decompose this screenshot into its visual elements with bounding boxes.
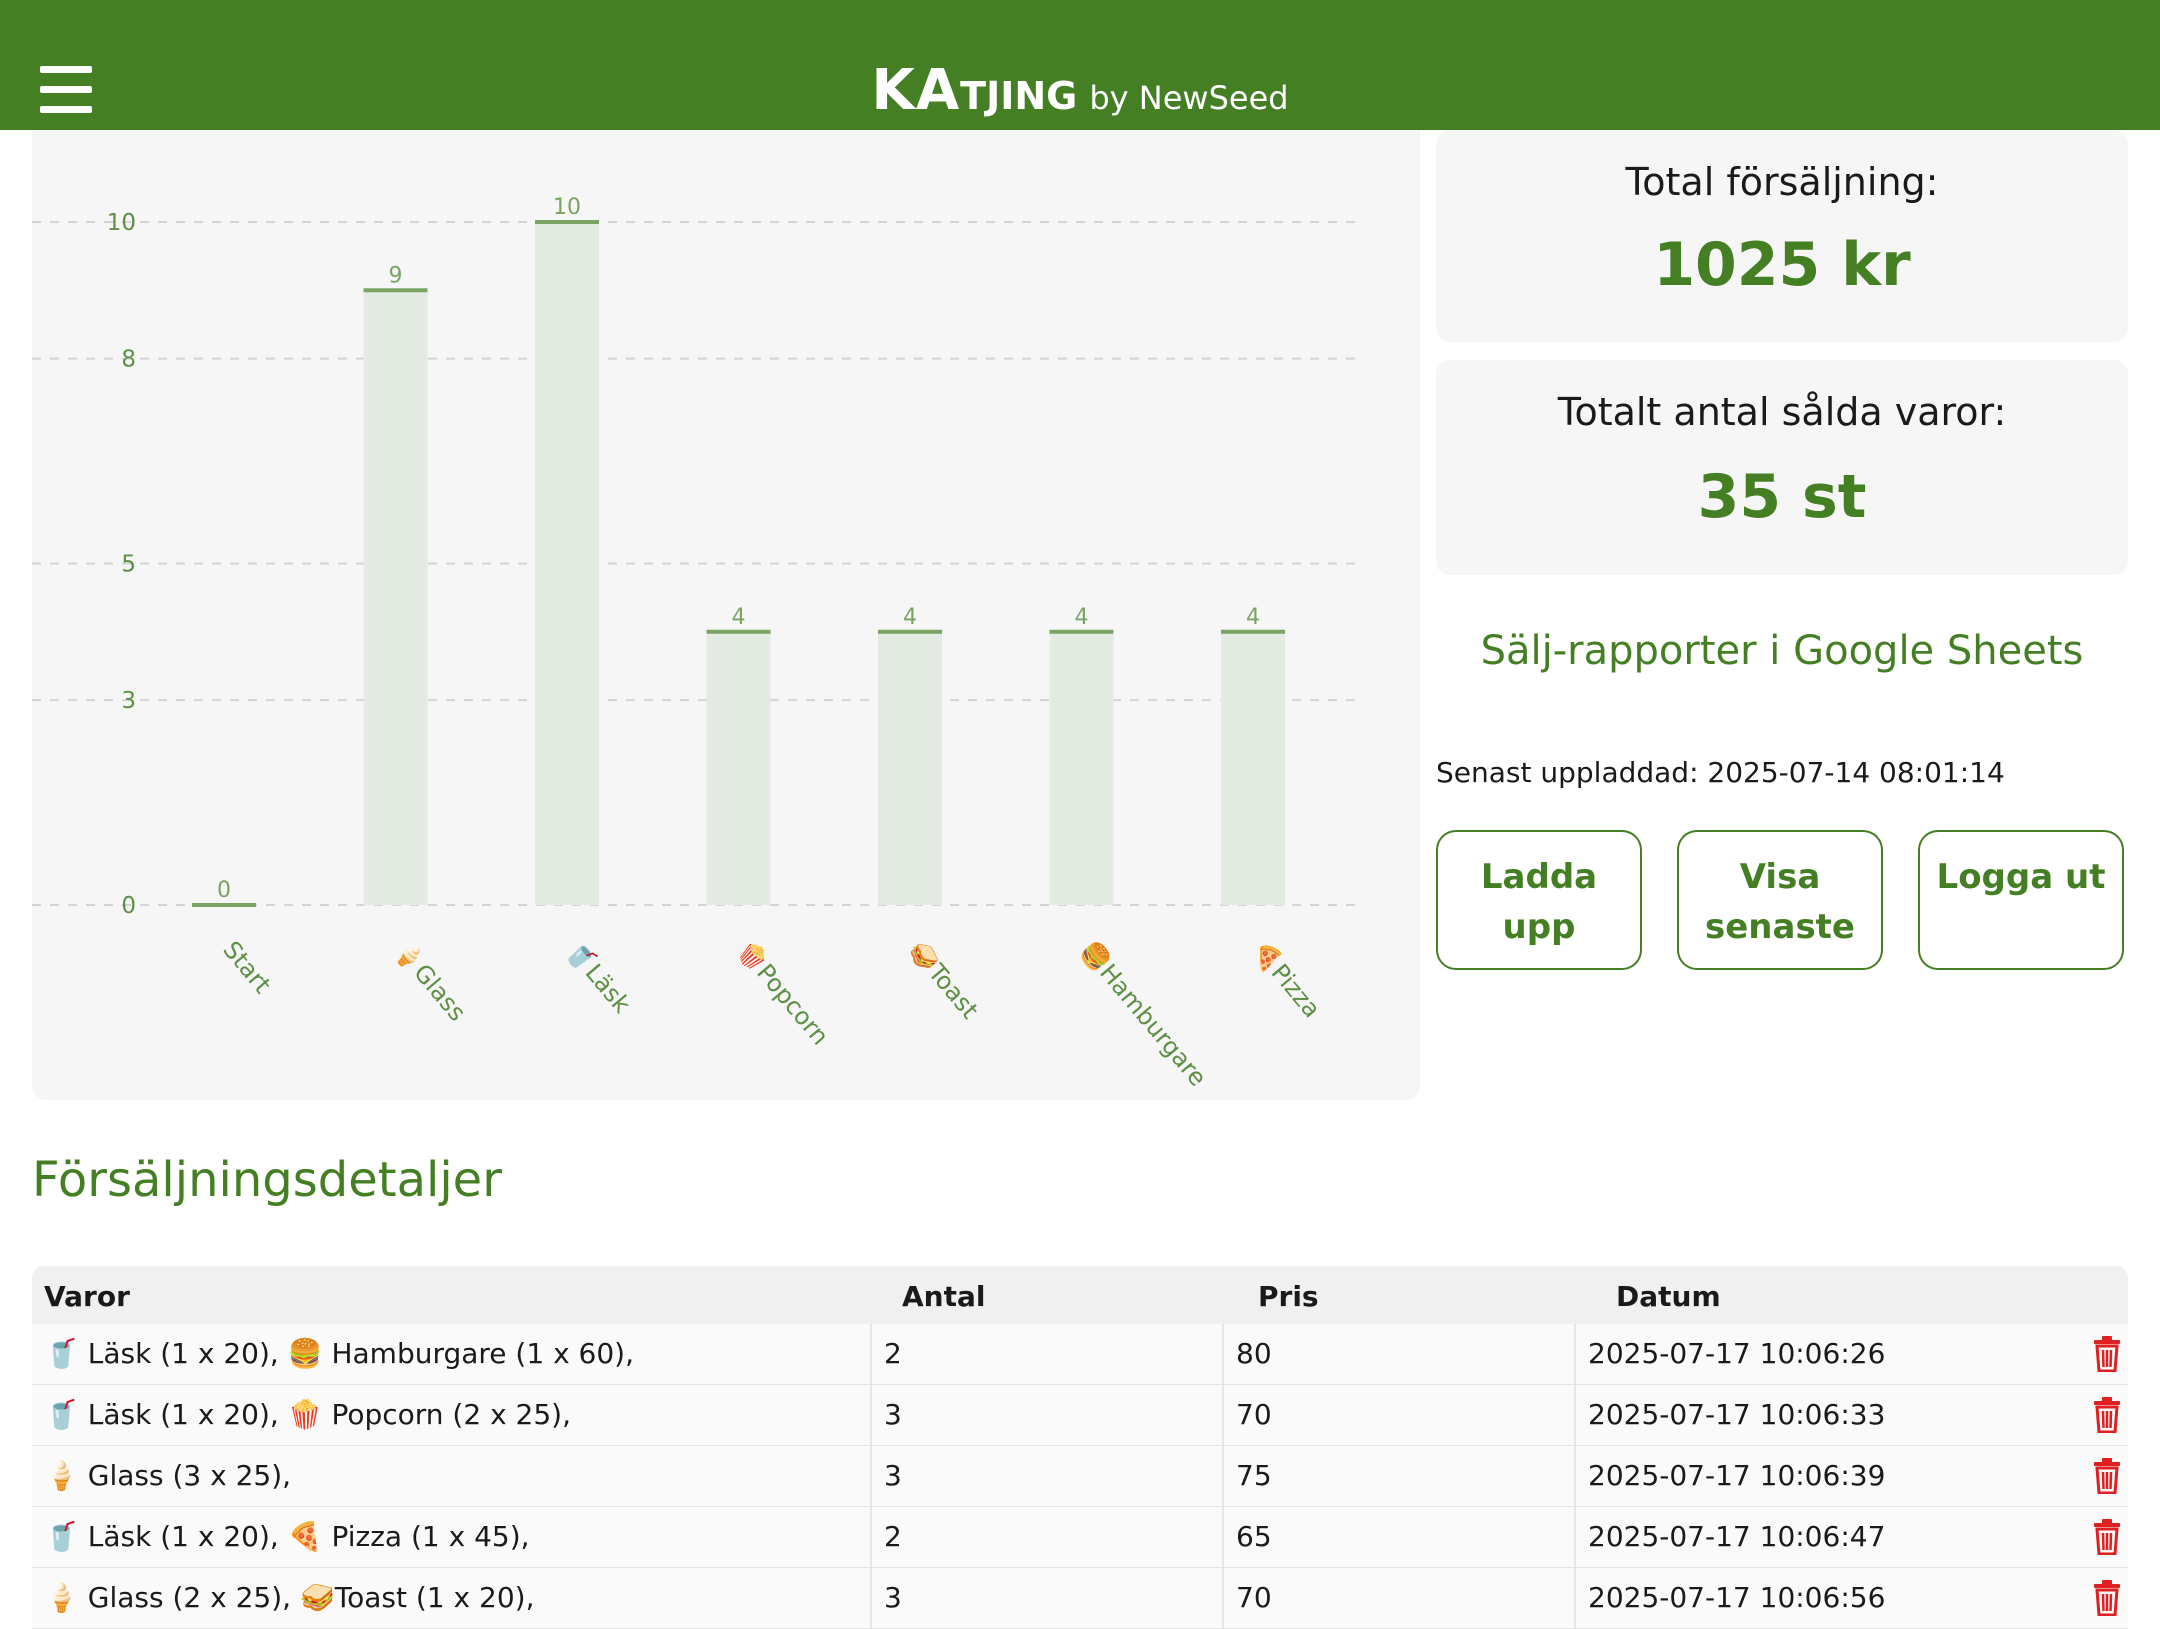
column-divider bbox=[1574, 1324, 1576, 1384]
row-qty: 2 bbox=[884, 1337, 902, 1370]
column-divider bbox=[1574, 1507, 1576, 1567]
total-items-label: Totalt antal sålda varor: bbox=[1557, 390, 2007, 434]
table-row: 🥤 Läsk (1 x 20), 🍿 Popcorn (2 x 25), 3 70 2… bbox=[32, 1385, 2128, 1446]
table-row: 🥤 Läsk (1 x 20), 🍕 Pizza (1 x 45), 2 65 202… bbox=[32, 1507, 2128, 1568]
column-divider bbox=[870, 1446, 872, 1506]
x-category-label: 🍿Popcorn bbox=[732, 936, 834, 1050]
row-date: 2025-07-17 10:06:39 bbox=[1588, 1459, 1886, 1492]
col-header-date: Datum bbox=[1616, 1280, 1721, 1313]
column-divider bbox=[1222, 1446, 1224, 1506]
bar-value-label: 0 bbox=[217, 878, 231, 903]
logout-label: Logga ut bbox=[1936, 857, 2106, 897]
bar-value-label: 4 bbox=[903, 605, 917, 630]
x-category-label: 🥤Läsk bbox=[560, 936, 636, 1019]
total-sales-value: 1025 kr bbox=[1653, 230, 1911, 300]
show-latest-button[interactable]: Visa senaste bbox=[1677, 830, 1883, 970]
sales-bar-chart: 0 3 5 8 10 0 Start 9 🍦Glass 10 🥤Läsk 4 🍿Popcorn 4 🥪Toa… bbox=[32, 195, 1362, 1092]
sales-table: Varor Antal Pris Datum 🥤 Läsk (1 x 20), … bbox=[32, 1266, 2128, 1629]
row-items: 🥤 Läsk (1 x 20), 🍕 Pizza (1 x 45), bbox=[44, 1520, 530, 1553]
row-date: 2025-07-17 10:06:56 bbox=[1588, 1581, 1886, 1614]
column-divider bbox=[1222, 1385, 1224, 1445]
row-date: 2025-07-17 10:06:26 bbox=[1588, 1337, 1886, 1370]
trash-icon[interactable] bbox=[2092, 1336, 2122, 1372]
row-date: 2025-07-17 10:06:33 bbox=[1588, 1398, 1886, 1431]
row-items: 🍦 Glass (2 x 25), 🥪Toast (1 x 20), bbox=[44, 1581, 535, 1614]
x-category-label: Start bbox=[217, 936, 276, 999]
column-divider bbox=[870, 1568, 872, 1628]
row-qty: 3 bbox=[884, 1581, 902, 1614]
bar bbox=[1221, 631, 1285, 905]
upload-label-1: Ladda bbox=[1480, 857, 1598, 897]
sales-details-title: Försäljningsdetaljer bbox=[32, 1152, 502, 1208]
sales-chart-panel: 0 3 5 8 10 0 Start 9 🍦Glass 10 🥤Läsk 4 🍿Popcorn 4 🥪Toa… bbox=[32, 130, 1420, 1100]
trash-icon[interactable] bbox=[2092, 1458, 2122, 1494]
bar bbox=[1049, 631, 1114, 905]
column-divider bbox=[1574, 1446, 1576, 1506]
column-divider bbox=[1574, 1385, 1576, 1445]
sales-table-header: Varor Antal Pris Datum bbox=[32, 1266, 2128, 1324]
bar-value-label: 10 bbox=[553, 195, 581, 220]
x-category-label: 🍔Hamburgare bbox=[1075, 936, 1212, 1092]
column-divider bbox=[870, 1385, 872, 1445]
y-tick-label: 10 bbox=[107, 210, 136, 236]
y-tick-label: 3 bbox=[121, 688, 136, 714]
bar bbox=[363, 290, 428, 905]
column-divider bbox=[1222, 1507, 1224, 1567]
bar bbox=[535, 222, 599, 905]
brand-ka: KA bbox=[871, 58, 961, 123]
google-sheets-link[interactable]: Sälj-rapporter i Google Sheets bbox=[1436, 628, 2128, 674]
row-items: 🥤 Läsk (1 x 20), 🍔 Hamburgare (1 x 60), bbox=[44, 1337, 634, 1370]
col-header-qty: Antal bbox=[902, 1280, 986, 1313]
column-divider bbox=[1222, 1568, 1224, 1628]
row-qty: 3 bbox=[884, 1398, 902, 1431]
bar-value-label: 9 bbox=[389, 263, 403, 288]
bar-value-label: 4 bbox=[1075, 605, 1089, 630]
column-divider bbox=[870, 1324, 872, 1384]
row-date: 2025-07-17 10:06:47 bbox=[1588, 1520, 1886, 1553]
col-header-items: Varor bbox=[44, 1280, 130, 1313]
column-divider bbox=[870, 1507, 872, 1567]
row-price: 75 bbox=[1236, 1459, 1272, 1492]
app-header: KATJING by NewSeed bbox=[0, 0, 2160, 130]
trash-icon[interactable] bbox=[2092, 1580, 2122, 1616]
bar bbox=[706, 631, 771, 905]
total-items-value: 35 st bbox=[1697, 462, 1867, 532]
column-divider bbox=[1574, 1568, 1576, 1628]
bar-value-label: 4 bbox=[1246, 605, 1260, 630]
trash-icon[interactable] bbox=[2092, 1519, 2122, 1555]
x-category-label: 🍦Glass bbox=[389, 936, 471, 1027]
y-tick-label: 5 bbox=[121, 552, 136, 578]
col-header-price: Pris bbox=[1258, 1280, 1319, 1313]
total-items-card: Totalt antal sålda varor: 35 st bbox=[1436, 360, 2128, 575]
upload-label-2: upp bbox=[1502, 907, 1576, 947]
table-row: 🍦 Glass (3 x 25), 3 75 2025-07-17 10:06:39 bbox=[32, 1446, 2128, 1507]
x-category-label: 🍕Pizza bbox=[1246, 936, 1326, 1023]
bar-value-label: 4 bbox=[732, 605, 746, 630]
row-price: 70 bbox=[1236, 1398, 1272, 1431]
brand-by: by NewSeed bbox=[1089, 79, 1289, 117]
app-logo: KATJING by NewSeed bbox=[0, 58, 2160, 123]
row-items: 🍦 Glass (3 x 25), bbox=[44, 1459, 292, 1492]
trash-icon[interactable] bbox=[2092, 1397, 2122, 1433]
latest-label-2: senaste bbox=[1705, 907, 1855, 947]
row-qty: 3 bbox=[884, 1459, 902, 1492]
y-tick-label: 8 bbox=[121, 347, 136, 373]
logout-button[interactable]: Logga ut bbox=[1918, 830, 2124, 970]
bar bbox=[878, 631, 942, 905]
x-category-label: 🥪Toast bbox=[903, 936, 983, 1024]
upload-button[interactable]: Ladda upp bbox=[1436, 830, 1642, 970]
y-tick-label: 0 bbox=[121, 893, 136, 919]
last-uploaded-text: Senast uppladdad: 2025-07-14 08:01:14 bbox=[1436, 756, 2005, 789]
row-price: 70 bbox=[1236, 1581, 1272, 1614]
row-qty: 2 bbox=[884, 1520, 902, 1553]
table-row: 🥤 Läsk (1 x 20), 🍔 Hamburgare (1 x 60), 2… bbox=[32, 1324, 2128, 1385]
total-sales-label: Total försäljning: bbox=[1625, 160, 1939, 204]
row-price: 80 bbox=[1236, 1337, 1272, 1370]
row-items: 🥤 Läsk (1 x 20), 🍿 Popcorn (2 x 25), bbox=[44, 1398, 571, 1431]
row-price: 65 bbox=[1236, 1520, 1272, 1553]
brand-tjing: TJING bbox=[960, 74, 1078, 118]
total-sales-card: Total försäljning: 1025 kr bbox=[1436, 130, 2128, 342]
latest-label-1: Visa bbox=[1739, 857, 1821, 897]
column-divider bbox=[1222, 1324, 1224, 1384]
